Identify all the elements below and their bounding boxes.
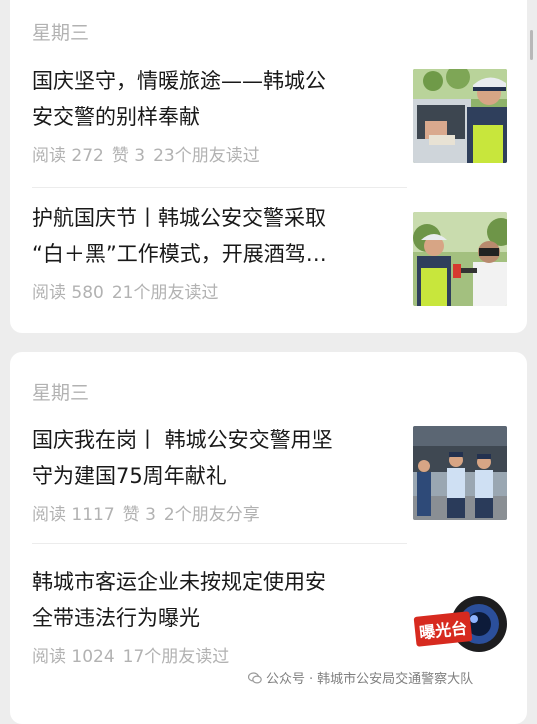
article-thumbnail[interactable] <box>413 426 507 520</box>
divider <box>32 187 407 188</box>
article-meta: 阅读 272 赞 3 23个朋友读过 <box>32 141 268 166</box>
police-officer-at-car-photo <box>413 69 507 163</box>
article-title-line: 安交警的别样奉献 <box>32 105 200 129</box>
article-item[interactable]: 国庆我在岗丨 韩城公安交警用坚 守为建国75周年献礼 阅读 1117 赞 3 2个朋… <box>10 422 527 537</box>
read-count: 阅读 1117 <box>32 505 115 525</box>
friends-read: 23个朋友读过 <box>153 146 260 166</box>
police-breathalyzer-check-photo <box>413 212 507 306</box>
article-title-line: 全带违法行为曝光 <box>32 606 200 630</box>
article-item[interactable]: 国庆坚守，情暖旅途——韩城公 安交警的别样奉献 阅读 272 赞 3 23个朋友读过 <box>10 63 527 178</box>
friends-read: 17个朋友读过 <box>122 647 230 667</box>
day-label: 星期三 <box>32 22 90 44</box>
article-title-line: “白＋黑”工作模式，开展酒驾… <box>32 242 327 266</box>
exposure-platform-logo: 曝光台 <box>413 584 507 678</box>
article-thumbnail[interactable] <box>413 69 507 163</box>
article-title-line: 守为建国75周年献礼 <box>32 464 227 488</box>
divider <box>32 543 407 544</box>
article-item[interactable]: 护航国庆节丨韩城公安交警采取 “白＋黑”工作模式，开展酒驾… 阅读 580 21个… <box>10 200 527 315</box>
article-title-line: 国庆坚守，情暖旅途——韩城公 <box>32 69 326 93</box>
source-attribution: 公众号 · 韩城市公安局交通警察大队 <box>248 668 473 687</box>
read-count: 阅读 580 <box>32 283 104 303</box>
article-title-line: 护航国庆节丨韩城公安交警采取 <box>32 206 326 230</box>
scrollbar[interactable] <box>530 30 533 60</box>
source-prefix: 公众号 <box>266 672 306 687</box>
day-label: 星期三 <box>32 382 90 404</box>
article-item[interactable]: 韩城市客运企业未按规定使用安 全带违法行为曝光 阅读 1024 17个朋友读过 曝… <box>10 564 527 679</box>
police-officers-standing-photo <box>413 426 507 520</box>
article-meta: 阅读 1024 17个朋友读过 <box>32 642 237 667</box>
article-meta: 阅读 580 21个朋友读过 <box>32 278 227 303</box>
article-title-line: 国庆我在岗丨 韩城公安交警用坚 <box>32 428 333 452</box>
article-title-line: 韩城市客运企业未按规定使用安 <box>32 570 326 594</box>
wechat-official-account-icon <box>248 672 262 684</box>
read-count: 阅读 1024 <box>32 647 115 667</box>
article-thumbnail[interactable] <box>413 212 507 306</box>
read-count: 阅读 272 <box>32 146 104 166</box>
article-group-card: 星期三 国庆坚守，情暖旅途——韩城公 安交警的别样奉献 阅读 272 赞 3 23个… <box>10 0 527 333</box>
article-thumbnail[interactable]: 曝光台 <box>413 584 507 678</box>
source-separator: · <box>309 672 314 687</box>
article-meta: 阅读 1117 赞 3 2个朋友分享 <box>32 500 268 525</box>
friends-read: 21个朋友读过 <box>111 283 219 303</box>
like-count: 赞 3 <box>122 505 156 525</box>
source-name: 韩城市公安局交通警察大队 <box>317 672 474 687</box>
like-count: 赞 3 <box>111 146 146 166</box>
friends-shared: 2个朋友分享 <box>163 505 260 525</box>
